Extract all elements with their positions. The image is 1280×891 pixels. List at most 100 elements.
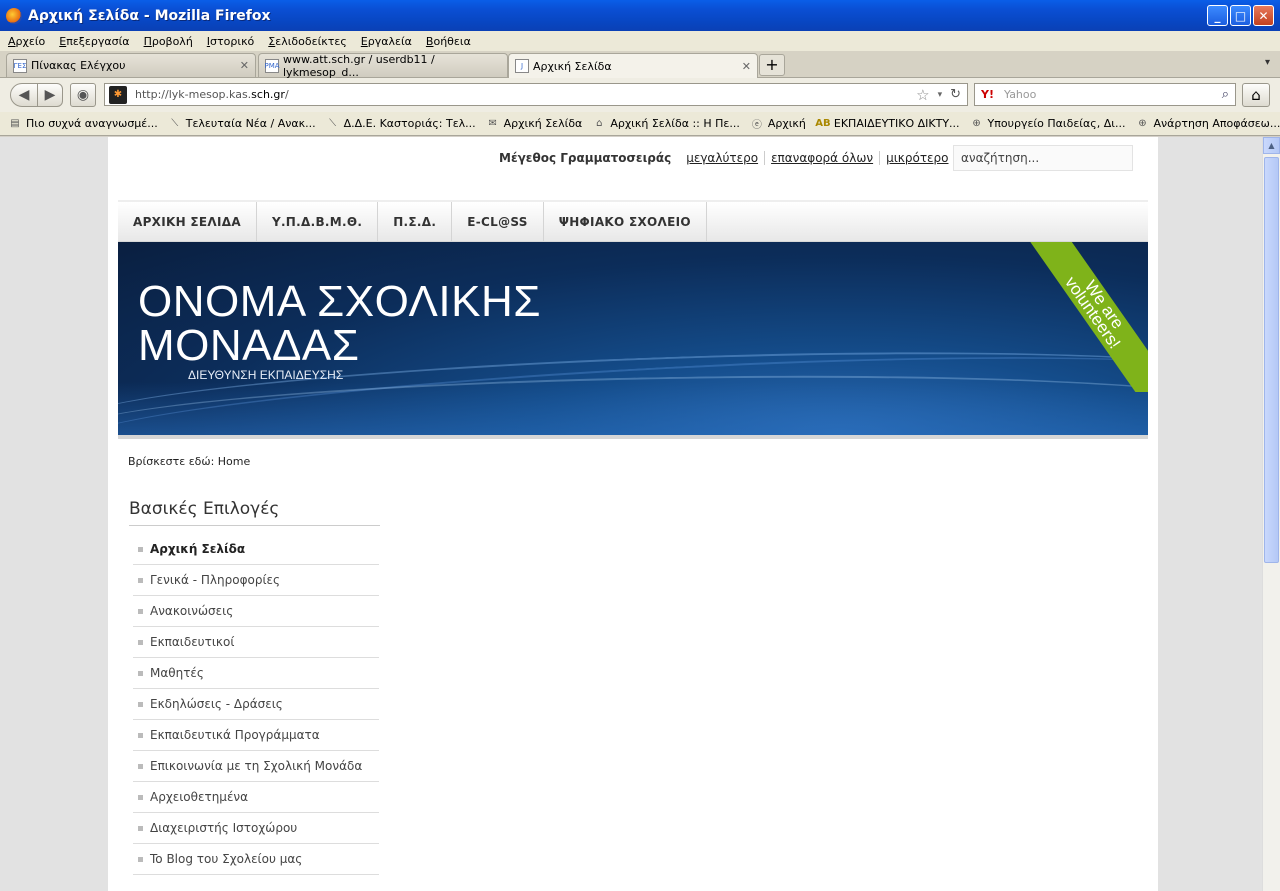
tab-home-page[interactable]: J Αρχική Σελίδα ✕ bbox=[508, 53, 758, 78]
menu-history[interactable]: Ιστορικό bbox=[207, 35, 255, 48]
bookmark-item[interactable]: ▤ Πιο συχνά αναγνωσμέ... bbox=[8, 117, 157, 131]
vertical-scrollbar[interactable]: ▲ bbox=[1262, 137, 1280, 891]
bookmark-item[interactable]: ⊕ Υπουργείο Παιδείας, Δι... bbox=[970, 117, 1126, 131]
bookmarks-toolbar: ▤ Πιο συχνά αναγνωσμέ... ⟍ Τελευταία Νέα /… bbox=[0, 112, 1280, 136]
school-subtitle: ΔΙΕΥΘΥΝΣΗ ΕΚΠΑΙΔΕΥΣΗΣ bbox=[188, 368, 344, 382]
url-bar[interactable]: ✱ http://lyk-mesop.kas. sch.gr / ☆ ▾ ↻ bbox=[104, 83, 968, 106]
globe-icon: ⊕ bbox=[972, 118, 981, 129]
bookmark-item[interactable]: ⓔ Αρχική bbox=[750, 117, 806, 131]
tab-control-panel[interactable]: ΓΕΣ Πίνακας Ελέγχου ✕ bbox=[6, 53, 256, 77]
menu-file[interactable]: Αρχείο bbox=[8, 35, 45, 48]
main-menu-sidebar: Βασικές Επιλογές Αρχική Σελίδα Γενικά - Π… bbox=[129, 499, 380, 875]
menu-tools[interactable]: Εργαλεία bbox=[361, 35, 412, 48]
sidebar-menu-item[interactable]: Εκδηλώσεις - Δράσεις bbox=[133, 689, 379, 720]
bookmark-label: Υπουργείο Παιδείας, Δι... bbox=[987, 117, 1126, 130]
menu-edit[interactable]: Επεξεργασία bbox=[59, 35, 129, 48]
school-name: ΟΝΟΜΑ ΣΧΟΛΙΚΗΣ ΜΟΝΑΔΑΣ bbox=[138, 280, 541, 368]
minimize-button[interactable]: _ bbox=[1207, 5, 1228, 26]
firefox-icon bbox=[6, 7, 22, 24]
bookmark-item[interactable]: ⟍ Τελευταία Νέα / Ανακ... bbox=[168, 117, 316, 131]
bookmark-label: Τελευταία Νέα / Ανακ... bbox=[185, 117, 316, 130]
font-smaller-link[interactable]: μικρότερο bbox=[880, 151, 956, 165]
bookmark-label: Αρχική Σελίδα bbox=[503, 117, 583, 130]
close-tab-icon[interactable]: ✕ bbox=[742, 60, 751, 73]
bullet-icon bbox=[138, 577, 143, 583]
sidebar-menu-item[interactable]: Γενικά - Πληροφορίες bbox=[133, 565, 379, 596]
bullet-icon bbox=[138, 639, 143, 645]
nav-psd[interactable]: Π.Σ.Δ. bbox=[378, 202, 453, 241]
breadcrumb: Βρίσκεστε εδώ: Home bbox=[128, 455, 251, 468]
site-search-input[interactable] bbox=[953, 145, 1133, 171]
scroll-thumb[interactable] bbox=[1264, 157, 1279, 563]
sidebar-menu-label: Γενικά - Πληροφορίες bbox=[150, 573, 281, 587]
bookmark-item[interactable]: AB ΕΚΠΑΙΔΕΥΤΙΚΟ ΔΙΚΤΥ... bbox=[815, 117, 959, 131]
rss-icon: ⟍ bbox=[171, 118, 179, 129]
sidebar-menu-label: Μαθητές bbox=[150, 666, 204, 680]
search-bar[interactable]: Y! Yahoo ⌕ bbox=[974, 83, 1236, 106]
tab-favicon: PMA bbox=[264, 58, 280, 73]
home-icon: ⌂ bbox=[596, 118, 603, 129]
nav-ministry[interactable]: Υ.Π.Δ.Β.Μ.Θ. bbox=[257, 202, 379, 241]
school-name-line2: ΜΟΝΑΔΑΣ bbox=[138, 321, 360, 370]
web-page: Μέγεθος Γραμματοσειράς μεγαλύτερο επαναφ… bbox=[108, 137, 1158, 891]
tab-list-icon[interactable]: ▾ bbox=[1265, 57, 1270, 68]
back-button[interactable]: ◀ bbox=[10, 83, 38, 107]
sidebar-menu-label: To Blog του Σχολείου μας bbox=[150, 852, 303, 866]
close-window-button[interactable]: ✕ bbox=[1253, 5, 1274, 26]
sidebar-menu-item[interactable]: To Blog του Σχολείου μας bbox=[133, 844, 379, 875]
bullet-icon bbox=[138, 825, 143, 831]
bookmark-label: Αρχική bbox=[767, 117, 806, 130]
bookmark-item[interactable]: ⟍ Δ.Δ.Ε. Καστοριάς: Τελ... bbox=[326, 117, 476, 131]
navigation-toolbar: ◀ ▶ ◉ ✱ http://lyk-mesop.kas. sch.gr / ☆ ▾… bbox=[0, 78, 1280, 112]
sidebar-menu-item[interactable]: Ανακοινώσεις bbox=[133, 596, 379, 627]
new-tab-button[interactable]: + bbox=[759, 54, 785, 76]
window-title-bar: Αρχική Σελίδα - Mozilla Firefox _ □ ✕ bbox=[0, 0, 1280, 31]
tab-phpmyadmin[interactable]: PMA www.att.sch.gr / userdb11 / lykmesop… bbox=[258, 52, 508, 79]
menu-bookmarks[interactable]: Σελιδοδείκτες bbox=[268, 35, 347, 48]
sidebar-menu-label: Επικοινωνία με τη Σχολική Μονάδα bbox=[150, 759, 363, 773]
font-size-controls: Μέγεθος Γραμματοσειράς μεγαλύτερο επαναφ… bbox=[499, 151, 956, 165]
nav-digital-school[interactable]: ΨΗΦΙΑΚΟ ΣΧΟΛΕΙΟ bbox=[544, 202, 707, 241]
bullet-icon bbox=[138, 608, 143, 614]
bullet-icon bbox=[138, 763, 143, 769]
ab-icon: AB bbox=[815, 118, 831, 129]
home-button[interactable]: ⌂ bbox=[1242, 83, 1270, 107]
site-identity-icon[interactable]: ◉ bbox=[70, 83, 96, 107]
forward-button[interactable]: ▶ bbox=[37, 83, 63, 107]
bookmark-item[interactable]: ✉ Αρχική Σελίδα bbox=[486, 117, 583, 131]
sidebar-menu-item[interactable]: Επικοινωνία με τη Σχολική Μονάδα bbox=[133, 751, 379, 782]
dropdown-icon[interactable]: ▾ bbox=[938, 90, 943, 100]
sidebar-menu-item[interactable]: Διαχειριστής Ιστοχώρου bbox=[133, 813, 379, 844]
bookmark-item[interactable]: ⌂ Αρχική Σελίδα :: Η Πε... bbox=[592, 117, 740, 131]
close-tab-icon[interactable]: ✕ bbox=[240, 59, 249, 72]
maximize-button[interactable]: □ bbox=[1230, 5, 1251, 26]
menu-view[interactable]: Προβολή bbox=[144, 35, 193, 48]
bullet-icon bbox=[138, 856, 143, 862]
nav-eclass[interactable]: E-CL@SS bbox=[452, 202, 544, 241]
sidebar-menu-item[interactable]: Μαθητές bbox=[133, 658, 379, 689]
url-prefix: http://lyk-mesop.kas. bbox=[135, 88, 252, 101]
bookmarks-folder-icon: ▤ bbox=[10, 118, 20, 129]
font-larger-link[interactable]: μεγαλύτερο bbox=[680, 151, 766, 165]
bookmark-star-icon[interactable]: ☆ bbox=[916, 86, 929, 104]
sidebar-menu-item[interactable]: Αρχική Σελίδα bbox=[133, 534, 379, 565]
sidebar-menu-item[interactable]: Εκπαιδευτικοί bbox=[133, 627, 379, 658]
reload-icon[interactable]: ↻ bbox=[950, 87, 961, 102]
bullet-icon bbox=[138, 546, 143, 552]
window-title: Αρχική Σελίδα - Mozilla Firefox bbox=[28, 7, 271, 24]
yahoo-icon[interactable]: Y! bbox=[981, 88, 994, 101]
sidebar-menu-item[interactable]: Αρχειοθετημένα bbox=[133, 782, 379, 813]
nav-home[interactable]: ΑΡΧΙΚΗ ΣΕΛΙΔΑ bbox=[118, 202, 257, 241]
tab-label: Πίνακας Ελέγχου bbox=[31, 59, 126, 72]
font-reset-link[interactable]: επαναφορά όλων bbox=[765, 151, 881, 165]
bookmark-item[interactable]: ⊕ Ανάρτηση Αποφάσεω... bbox=[1135, 117, 1280, 131]
tab-label: www.att.sch.gr / userdb11 / lykmesop_d..… bbox=[283, 52, 435, 79]
menu-help[interactable]: Βοήθεια bbox=[426, 35, 471, 48]
search-icon[interactable]: ⌕ bbox=[1222, 87, 1229, 102]
sidebar-menu-item[interactable]: Εκπαιδευτικά Προγράμματα bbox=[133, 720, 379, 751]
school-name-line1: ΟΝΟΜΑ ΣΧΟΛΙΚΗΣ bbox=[138, 277, 541, 326]
scroll-up-button[interactable]: ▲ bbox=[1263, 137, 1280, 154]
tab-label: Αρχική Σελίδα bbox=[533, 59, 612, 73]
mail-icon: ✉ bbox=[488, 118, 497, 129]
ribbon-line2: volunteers! bbox=[1061, 273, 1125, 353]
